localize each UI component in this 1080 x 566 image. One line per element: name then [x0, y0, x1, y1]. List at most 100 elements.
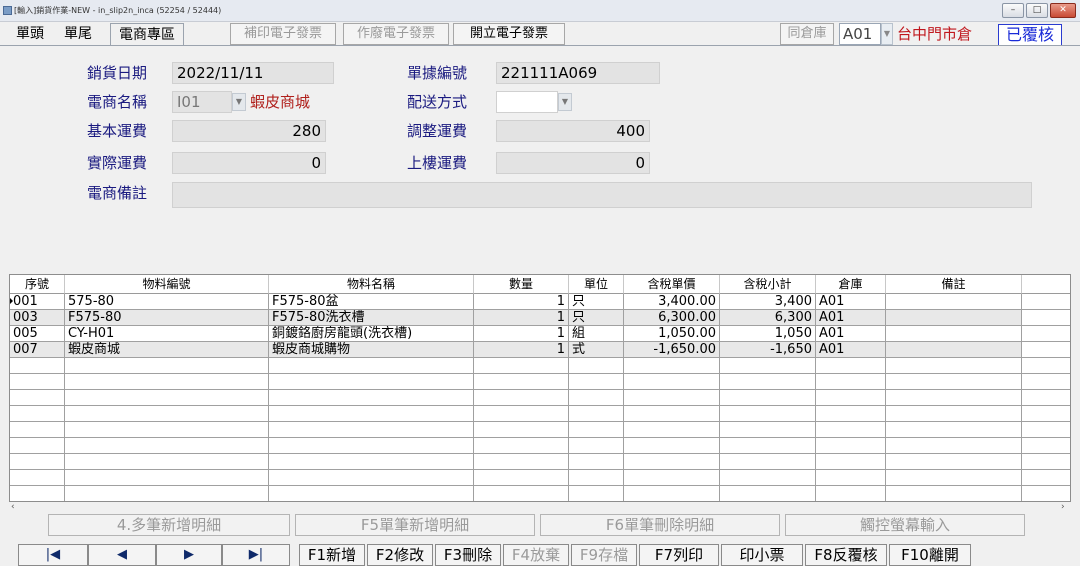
cell-qty[interactable]	[474, 438, 569, 454]
cell-subtotal[interactable]: 1,050	[720, 326, 816, 342]
ec-code-select[interactable]: I01	[172, 91, 232, 113]
cell-note[interactable]	[886, 358, 1022, 374]
cell-item-name[interactable]: 銅鍍鉻廚房龍頭(洗衣槽)	[269, 326, 474, 342]
delete-detail-button[interactable]: F6單筆刪除明細	[540, 514, 780, 536]
cell-subtotal[interactable]	[720, 374, 816, 390]
cell-subtotal[interactable]	[720, 406, 816, 422]
cell-filler[interactable]	[1022, 406, 1070, 422]
next-record-icon[interactable]: ▶	[156, 544, 222, 566]
cell-filler[interactable]	[1022, 422, 1070, 438]
issue-einvoice-button[interactable]: 開立電子發票	[453, 23, 565, 45]
cell-subtotal[interactable]	[720, 486, 816, 501]
cell-seq[interactable]	[10, 422, 65, 438]
cell-subtotal[interactable]: 6,300	[720, 310, 816, 326]
cell-unit[interactable]: 只	[569, 310, 624, 326]
cell-seq[interactable]	[10, 374, 65, 390]
cell-seq[interactable]	[10, 406, 65, 422]
reprint-einvoice-button[interactable]: 補印電子發票	[230, 23, 336, 45]
cell-qty[interactable]	[474, 406, 569, 422]
cell-warehouse[interactable]	[816, 358, 886, 374]
cell-note[interactable]	[886, 438, 1022, 454]
f8-unapprove-button[interactable]: F8反覆核	[805, 544, 887, 566]
cell-filler[interactable]	[1022, 358, 1070, 374]
cell-item-code[interactable]	[65, 406, 269, 422]
cell-seq[interactable]	[10, 454, 65, 470]
cell-subtotal[interactable]	[720, 438, 816, 454]
cell-filler[interactable]	[1022, 374, 1070, 390]
cell-item-code[interactable]	[65, 390, 269, 406]
cell-note[interactable]	[886, 406, 1022, 422]
cell-unit[interactable]	[569, 406, 624, 422]
cell-item-name[interactable]: F575-80盆	[269, 294, 474, 310]
cell-qty[interactable]	[474, 390, 569, 406]
cell-note[interactable]	[886, 374, 1022, 390]
cell-warehouse[interactable]	[816, 470, 886, 486]
cell-item-name[interactable]: F575-80洗衣槽	[269, 310, 474, 326]
delivery-select[interactable]	[496, 91, 558, 113]
cell-filler[interactable]	[1022, 438, 1070, 454]
cell-unit[interactable]: 組	[569, 326, 624, 342]
cell-item-name[interactable]: 蝦皮商城購物	[269, 342, 474, 358]
cell-qty[interactable]: 1	[474, 342, 569, 358]
cell-qty[interactable]	[474, 454, 569, 470]
single-add-detail-button[interactable]: F5單筆新增明細	[295, 514, 535, 536]
void-einvoice-button[interactable]: 作廢電子發票	[343, 23, 449, 45]
sales-date-field[interactable]: 2022/11/11	[172, 62, 334, 84]
cell-qty[interactable]	[474, 422, 569, 438]
print-receipt-button[interactable]: 印小票	[721, 544, 803, 566]
cell-subtotal[interactable]: -1,650	[720, 342, 816, 358]
cell-qty[interactable]: 1	[474, 294, 569, 310]
doc-no-field[interactable]: 221111A069	[496, 62, 660, 84]
cell-filler[interactable]	[1022, 486, 1070, 501]
cell-filler[interactable]	[1022, 390, 1070, 406]
last-record-icon[interactable]: ▶|	[222, 544, 290, 566]
cell-note[interactable]	[886, 342, 1022, 358]
cell-qty[interactable]	[474, 470, 569, 486]
prev-record-icon[interactable]: ◀	[88, 544, 156, 566]
cell-item-code[interactable]	[65, 358, 269, 374]
multi-add-detail-button[interactable]: 4.多筆新增明細	[48, 514, 290, 536]
cell-unit-price[interactable]	[624, 406, 720, 422]
cell-item-code[interactable]	[65, 454, 269, 470]
cell-warehouse[interactable]: A01	[816, 342, 886, 358]
col-header-seq[interactable]: 序號	[10, 275, 65, 294]
cell-filler[interactable]	[1022, 294, 1070, 310]
cell-item-name[interactable]	[269, 390, 474, 406]
cell-warehouse[interactable]: A01	[816, 294, 886, 310]
same-warehouse-button[interactable]: 同倉庫	[780, 23, 834, 45]
cell-unit-price[interactable]: 3,400.00	[624, 294, 720, 310]
ec-note-field[interactable]	[172, 182, 1032, 208]
cell-item-code[interactable]	[65, 438, 269, 454]
cell-unit-price[interactable]	[624, 438, 720, 454]
col-header-warehouse[interactable]: 倉庫	[816, 275, 886, 294]
cell-filler[interactable]	[1022, 470, 1070, 486]
cell-subtotal[interactable]: 3,400	[720, 294, 816, 310]
f3-delete-button[interactable]: F3刪除	[435, 544, 501, 566]
cell-note[interactable]	[886, 390, 1022, 406]
col-header-item-name[interactable]: 物料名稱	[269, 275, 474, 294]
tab-footer[interactable]: 單尾	[58, 23, 98, 45]
cell-warehouse[interactable]: A01	[816, 310, 886, 326]
cell-seq[interactable]: 001	[10, 294, 65, 310]
cell-seq[interactable]: 005	[10, 326, 65, 342]
cell-filler[interactable]	[1022, 454, 1070, 470]
cell-unit-price[interactable]	[624, 358, 720, 374]
cell-item-code[interactable]	[65, 486, 269, 501]
actual-freight-field[interactable]: 0	[172, 152, 326, 174]
cell-item-code[interactable]	[65, 374, 269, 390]
cell-unit[interactable]: 只	[569, 294, 624, 310]
upstairs-freight-field[interactable]: 0	[496, 152, 650, 174]
cell-unit[interactable]	[569, 374, 624, 390]
f7-print-button[interactable]: F7列印	[639, 544, 719, 566]
scroll-left-icon[interactable]: ‹	[11, 502, 15, 512]
base-freight-field[interactable]: 280	[172, 120, 326, 142]
cell-subtotal[interactable]	[720, 358, 816, 374]
cell-note[interactable]	[886, 326, 1022, 342]
cell-item-code[interactable]: 蝦皮商城	[65, 342, 269, 358]
cell-unit-price[interactable]	[624, 486, 720, 501]
cell-warehouse[interactable]	[816, 406, 886, 422]
cell-note[interactable]	[886, 310, 1022, 326]
warehouse-select[interactable]: A01	[839, 23, 881, 45]
col-header-subtotal[interactable]: 含稅小計	[720, 275, 816, 294]
cell-warehouse[interactable]	[816, 422, 886, 438]
